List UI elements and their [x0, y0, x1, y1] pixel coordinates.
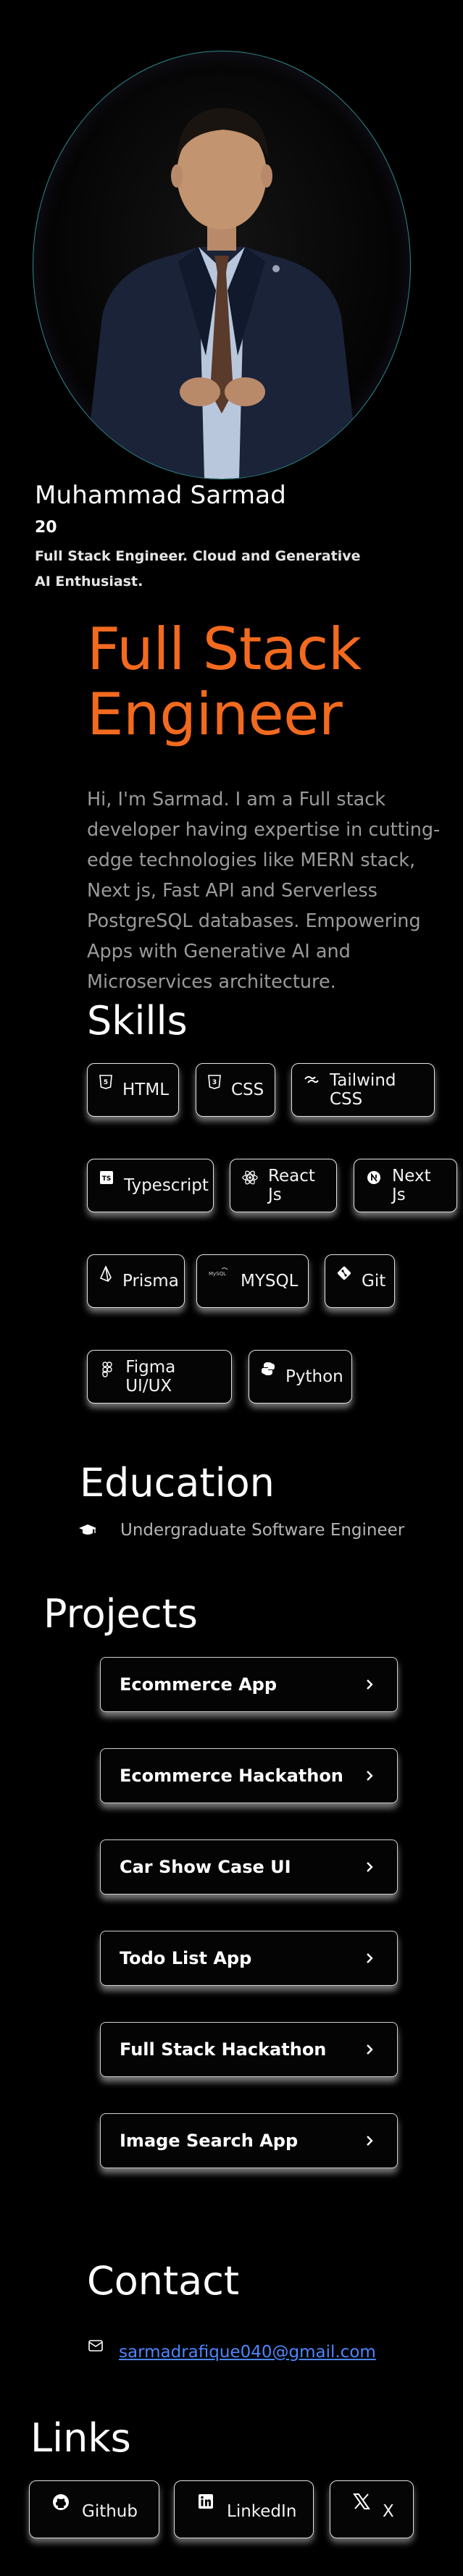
project-label: Car Show Case UI [120, 1857, 291, 1877]
skill-chip-python[interactable]: Python [249, 1350, 352, 1404]
hero-title: Full Stack Engineer [87, 616, 362, 748]
skill-chip-nextjs[interactable]: Next Js [354, 1159, 457, 1212]
profile-photo-illustration [84, 108, 359, 479]
project-card-ecommerce-hackathon[interactable]: Ecommerce Hackathon [100, 1748, 398, 1803]
x-logo-icon [352, 2493, 371, 2517]
skills-title: Skills [87, 998, 188, 1044]
svg-text:3: 3 [212, 1079, 217, 1086]
skill-chip-html[interactable]: 5 HTML [87, 1063, 179, 1117]
tailwind-icon [304, 1075, 320, 1096]
figma-icon [99, 1362, 115, 1383]
chevron-right-icon [362, 1677, 377, 1692]
skill-chip-mysql[interactable]: MySQL MYSQL [196, 1254, 309, 1308]
skill-label: CSS [231, 1081, 264, 1099]
hero-intro: Hi, I'm Sarmad. I am a Full stack develo… [87, 789, 441, 993]
project-card-todo-list[interactable]: Todo List App [100, 1931, 398, 1986]
chevron-right-icon [362, 2134, 377, 2148]
skill-label: Figma UI/UX [125, 1358, 176, 1396]
links-title: Links [30, 2415, 131, 2461]
git-icon [337, 1266, 351, 1288]
skill-label: React Js [268, 1167, 315, 1204]
github-link-button[interactable]: Github [29, 2480, 159, 2538]
project-card-image-search[interactable]: Image Search App [100, 2113, 398, 2168]
skill-chip-prisma[interactable]: Prisma [87, 1254, 185, 1308]
html-icon: 5 [99, 1075, 112, 1096]
profile-age: 20 [35, 519, 57, 537]
contact-title: Contact [87, 2258, 240, 2304]
css-icon: 3 [208, 1075, 221, 1096]
linkedin-label: LinkedIn [227, 2502, 297, 2521]
profile-name: Muhammad Sarmad [35, 481, 287, 510]
skill-label: Typescript [124, 1176, 209, 1195]
project-label: Image Search App [120, 2131, 299, 2151]
skill-label: MYSQL [241, 1272, 299, 1291]
skill-chip-figma[interactable]: Figma UI/UX [87, 1350, 232, 1404]
linkedin-link-button[interactable]: LinkedIn [174, 2480, 314, 2538]
linkedin-icon [196, 2493, 215, 2517]
svg-text:TS: TS [102, 1175, 112, 1183]
skill-chip-typescript[interactable]: TS Typescript [87, 1159, 214, 1212]
chevron-right-icon [362, 1860, 377, 1874]
prisma-icon [99, 1266, 112, 1288]
github-icon [51, 2493, 70, 2517]
mysql-icon: MySQL [209, 1266, 230, 1288]
svg-text:MySQL: MySQL [209, 1271, 226, 1277]
envelope-icon [88, 2340, 103, 2354]
skill-chip-git[interactable]: Git [325, 1254, 395, 1308]
skill-chip-tailwind[interactable]: Tailwind CSS [291, 1063, 435, 1117]
project-label: Todo List App [120, 1948, 252, 1968]
profile-bio: Full Stack Engineer. Cloud and Generativ… [35, 548, 361, 590]
x-link-button[interactable]: X [330, 2480, 414, 2538]
education-text: Undergraduate Software Engineer [120, 1521, 405, 1540]
chevron-right-icon [362, 1951, 377, 1965]
github-label: Github [82, 2502, 138, 2521]
profile-photo [33, 51, 411, 479]
skill-label: Git [362, 1272, 386, 1291]
education-item: Undergraduate Software Engineer [78, 1521, 404, 1540]
skill-label: Prisma [122, 1272, 179, 1291]
svg-text:5: 5 [104, 1079, 108, 1086]
x-label: X [383, 2502, 394, 2521]
skill-label: Next Js [392, 1167, 431, 1204]
project-card-ecommerce-app[interactable]: Ecommerce App [100, 1657, 398, 1712]
skill-chip-css[interactable]: 3 CSS [196, 1063, 275, 1117]
chevron-right-icon [362, 2042, 377, 2057]
project-label: Full Stack Hackathon [120, 2039, 327, 2060]
graduation-cap-icon [78, 1524, 100, 1537]
project-card-full-stack-hackathon[interactable]: Full Stack Hackathon [100, 2022, 398, 2077]
typescript-icon: TS [99, 1170, 114, 1192]
python-icon [261, 1362, 275, 1383]
contact-row: sarmadrafique040@gmail.com [88, 2333, 376, 2362]
react-icon [242, 1170, 258, 1192]
chevron-right-icon [362, 1769, 377, 1783]
email-link[interactable]: sarmadrafique040@gmail.com [119, 2343, 376, 2362]
skill-chip-react[interactable]: React Js [230, 1159, 337, 1212]
project-label: Ecommerce Hackathon [120, 1766, 343, 1786]
skill-label: Python [285, 1367, 343, 1386]
nextjs-icon [366, 1170, 382, 1192]
skill-label: Tailwind CSS [330, 1071, 396, 1109]
project-card-car-show-case[interactable]: Car Show Case UI [100, 1839, 398, 1895]
project-label: Ecommerce App [120, 1674, 278, 1695]
skill-label: HTML [122, 1081, 170, 1099]
education-title: Education [80, 1460, 275, 1506]
projects-title: Projects [43, 1591, 198, 1637]
